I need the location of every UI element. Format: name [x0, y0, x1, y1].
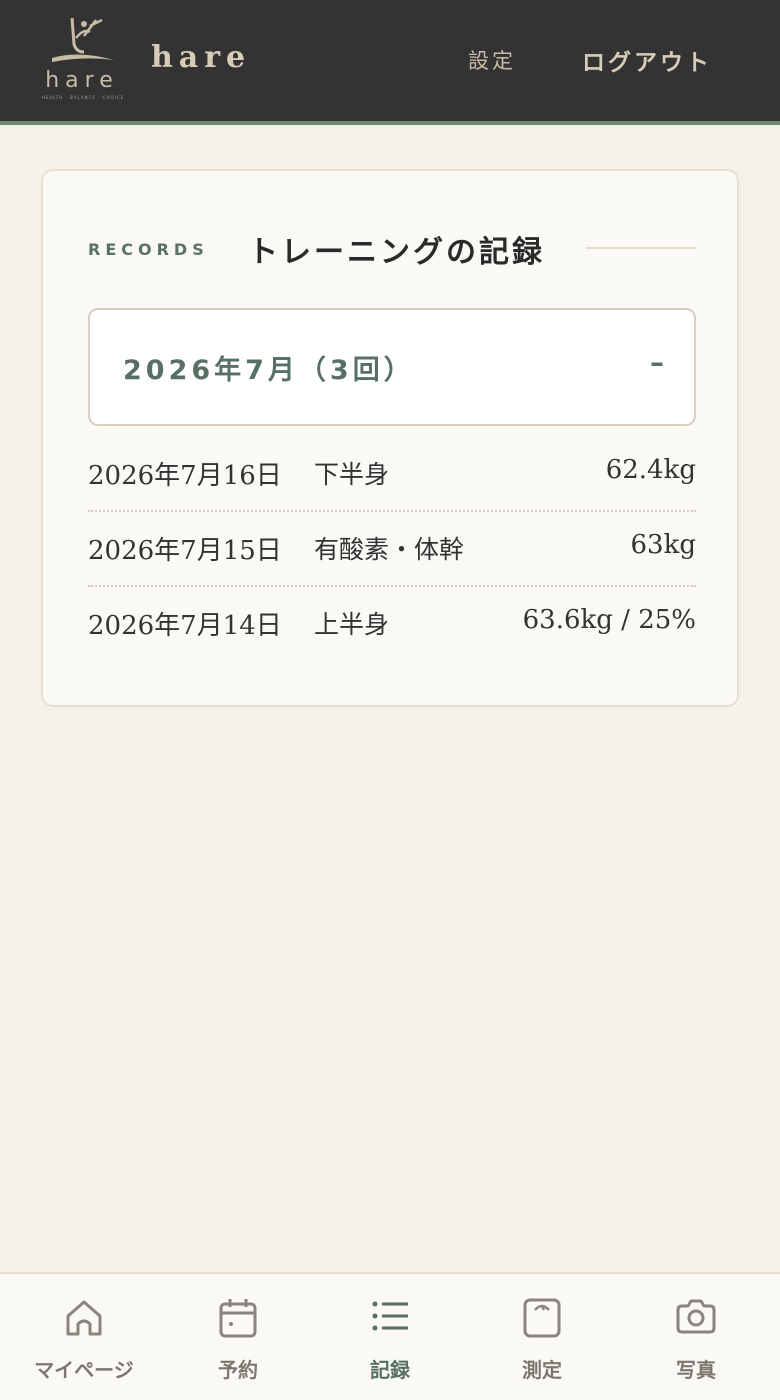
section-title: トレーニングの記録 [248, 235, 545, 270]
collapse-icon[interactable]: – [650, 346, 664, 379]
logout-link[interactable]: ログアウト [582, 43, 712, 77]
records-card: RECORDS トレーニングの記録 2026年7月（3回） – 2026年7月1… [41, 169, 739, 707]
record-type: 下半身 [314, 460, 390, 489]
record-date: 2026年7月16日 [88, 461, 282, 491]
scale-icon [523, 1298, 561, 1338]
brand-logo[interactable]: hare HEALTH · BALANCE · CHOICE [38, 14, 128, 104]
month-accordion-title: 2026年7月（3回） [123, 355, 415, 386]
record-date: 2026年7月14日 [88, 611, 282, 641]
record-value: 63.6kg / 25% [522, 605, 696, 635]
record-type: 有酸素・体幹 [314, 535, 465, 564]
brand-name: hare [151, 40, 252, 75]
tab-measure[interactable]: 測定 [464, 1274, 620, 1400]
tab-label: 写真 [676, 1358, 716, 1382]
tab-label: 予約 [218, 1358, 258, 1382]
tab-label: 測定 [522, 1358, 562, 1382]
app-header: hare HEALTH · BALANCE · CHOICE hare 設定 ロ… [0, 0, 780, 125]
record-value: 63kg [630, 530, 696, 560]
month-accordion[interactable]: 2026年7月（3回） – [88, 308, 696, 426]
settings-link[interactable]: 設定 [468, 45, 516, 75]
section-label: RECORDS [88, 240, 209, 259]
record-row[interactable]: 2026年7月14日 上半身 63.6kg / 25% [88, 587, 696, 662]
tab-label: 記録 [370, 1358, 410, 1382]
logo-mark-icon [52, 17, 114, 62]
calendar-icon [219, 1299, 257, 1338]
tab-photo[interactable]: 写真 [618, 1274, 774, 1400]
record-value: 62.4kg [605, 455, 696, 485]
tab-mypage[interactable]: マイページ [6, 1274, 162, 1400]
list-icon [372, 1301, 408, 1331]
bottom-tab-bar: マイページ 予約 記録 測定 写真 [0, 1272, 780, 1400]
tab-reservation[interactable]: 予約 [160, 1274, 316, 1400]
home-icon [66, 1300, 102, 1336]
record-type: 上半身 [314, 610, 390, 639]
logo-tagline: HEALTH · BALANCE · CHOICE [41, 95, 125, 100]
tab-label: マイページ [34, 1358, 134, 1382]
tab-records[interactable]: 記録 [312, 1274, 468, 1400]
record-row[interactable]: 2026年7月15日 有酸素・体幹 63kg [88, 512, 696, 587]
camera-icon [676, 1299, 716, 1334]
record-row[interactable]: 2026年7月16日 下半身 62.4kg [88, 437, 696, 512]
logo-wordmark: hare [45, 68, 119, 93]
title-divider [586, 247, 696, 249]
record-date: 2026年7月15日 [88, 536, 282, 566]
record-list: 2026年7月16日 下半身 62.4kg 2026年7月15日 有酸素・体幹 … [88, 437, 696, 662]
